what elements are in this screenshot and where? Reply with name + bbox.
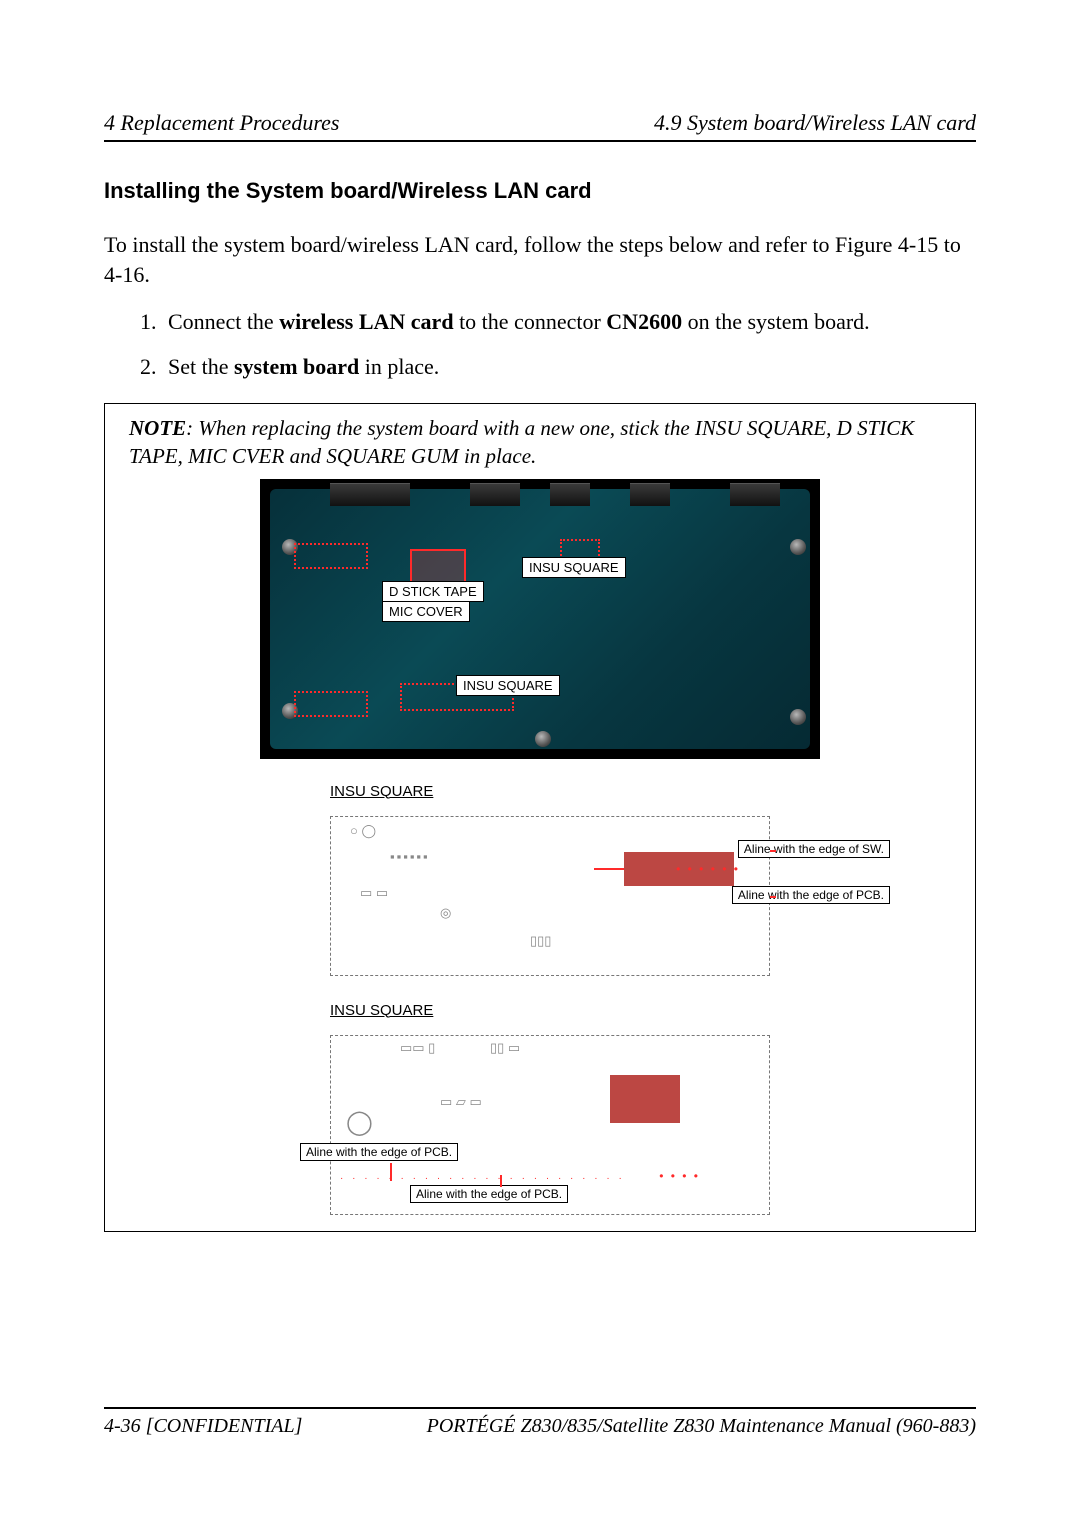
label-insu-square-bottom: INSU SQUARE bbox=[456, 675, 560, 696]
label-align-pcb-left: Aline with the edge of PCB. bbox=[300, 1143, 458, 1161]
note-body: : When replacing the system board with a… bbox=[129, 416, 914, 468]
schematic-glyph: ▭▭ ▯ bbox=[400, 1041, 435, 1054]
footer-left: 4-36 [CONFIDENTIAL] bbox=[104, 1415, 302, 1438]
label-align-pcb-bottom: Aline with the edge of PCB. bbox=[410, 1185, 568, 1203]
schematic-leader-line bbox=[770, 896, 776, 898]
red-dot-row: • • • • • • bbox=[676, 862, 740, 876]
schematic-highlight bbox=[610, 1075, 680, 1123]
system-board-photo: INSU SQUARE D STICK TAPE MIC COVER INSU … bbox=[260, 479, 820, 759]
header-right: 4.9 System board/Wireless LAN card bbox=[654, 110, 976, 136]
schematic-2-title: INSU SQUARE bbox=[330, 1002, 770, 1019]
port-icon bbox=[730, 483, 780, 506]
header-left: 4 Replacement Procedures bbox=[104, 110, 339, 136]
schematic-leader-line bbox=[770, 850, 776, 852]
red-dot-row: · · · · · · · · · · · · · · · · · · · · … bbox=[340, 1173, 625, 1184]
port-icon bbox=[550, 483, 590, 506]
schematic-glyph: ▪▪▪▪▪▪ bbox=[390, 850, 430, 863]
step-2: Set the system board in place. bbox=[162, 352, 976, 383]
section-heading: Installing the System board/Wireless LAN… bbox=[104, 178, 976, 204]
step-list: Connect the wireless LAN card to the con… bbox=[104, 307, 976, 383]
schematic-2: INSU SQUARE ▭▭ ▯ ▯▯ ▭ ◯ ▭ ▱ ▭ Aline with… bbox=[330, 1002, 770, 1215]
red-dot-row: • • • • bbox=[659, 1169, 700, 1183]
running-footer: 4-36 [CONFIDENTIAL] PORTÉGÉ Z830/835/Sat… bbox=[104, 1407, 976, 1438]
label-insu-square-top: INSU SQUARE bbox=[522, 557, 626, 578]
port-icon bbox=[630, 483, 670, 506]
figure-container: INSU SQUARE D STICK TAPE MIC COVER INSU … bbox=[119, 479, 961, 1219]
footer-rule bbox=[104, 1407, 976, 1409]
label-align-sw: Aline with the edge of SW. bbox=[738, 840, 890, 858]
note-text: NOTE: When replacing the system board wi… bbox=[129, 414, 961, 471]
schematic-glyph: ▯▯▯ bbox=[530, 934, 551, 947]
footer-row: 4-36 [CONFIDENTIAL] PORTÉGÉ Z830/835/Sat… bbox=[104, 1415, 976, 1438]
label-align-pcb: Aline with the edge of PCB. bbox=[732, 886, 890, 904]
schematic-glyph: ◎ bbox=[440, 906, 451, 919]
schematic-2-body: ▭▭ ▯ ▯▯ ▭ ◯ ▭ ▱ ▭ Aline with the edge of… bbox=[330, 1025, 770, 1215]
note-label: NOTE bbox=[129, 416, 186, 440]
schematic-glyph: ○ ◯ bbox=[350, 824, 376, 837]
running-header: 4 Replacement Procedures 4.9 System boar… bbox=[104, 110, 976, 136]
schematic-outline bbox=[330, 816, 770, 976]
schematic-1: INSU SQUARE ○ ◯ ▪▪▪▪▪▪ ▭ ▭ ◎ ▯▯▯ Aline bbox=[330, 783, 770, 976]
schematic-1-body: ○ ◯ ▪▪▪▪▪▪ ▭ ▭ ◎ ▯▯▯ Aline with the edge… bbox=[330, 806, 770, 976]
footer-right: PORTÉGÉ Z830/835/Satellite Z830 Maintena… bbox=[427, 1415, 976, 1438]
label-d-stick-tape: D STICK TAPE bbox=[382, 581, 484, 602]
screw-icon bbox=[790, 539, 806, 555]
intro-paragraph: To install the system board/wireless LAN… bbox=[104, 230, 976, 289]
schematic-1-title: INSU SQUARE bbox=[330, 783, 770, 800]
schematic-glyph: ▭ ▱ ▭ bbox=[440, 1095, 482, 1108]
port-icon bbox=[330, 483, 410, 506]
marker-insu-dash bbox=[294, 543, 368, 569]
schematic-leader-line bbox=[594, 868, 624, 870]
screw-icon bbox=[535, 731, 551, 747]
step-1: Connect the wireless LAN card to the con… bbox=[162, 307, 976, 338]
schematic-glyph: ◯ bbox=[346, 1111, 373, 1135]
label-mic-cover: MIC COVER bbox=[382, 601, 470, 622]
figure-stack: INSU SQUARE D STICK TAPE MIC COVER INSU … bbox=[260, 479, 820, 1219]
page: 4 Replacement Procedures 4.9 System boar… bbox=[0, 0, 1080, 1528]
schematic-glyph: ▯▯ ▭ bbox=[490, 1041, 520, 1054]
port-icon bbox=[470, 483, 520, 506]
schematic-glyph: ▭ ▭ bbox=[360, 886, 388, 899]
note-box: NOTE: When replacing the system board wi… bbox=[104, 403, 976, 1232]
header-rule bbox=[104, 140, 976, 142]
marker-insu-dash bbox=[294, 691, 368, 717]
screw-icon bbox=[790, 709, 806, 725]
